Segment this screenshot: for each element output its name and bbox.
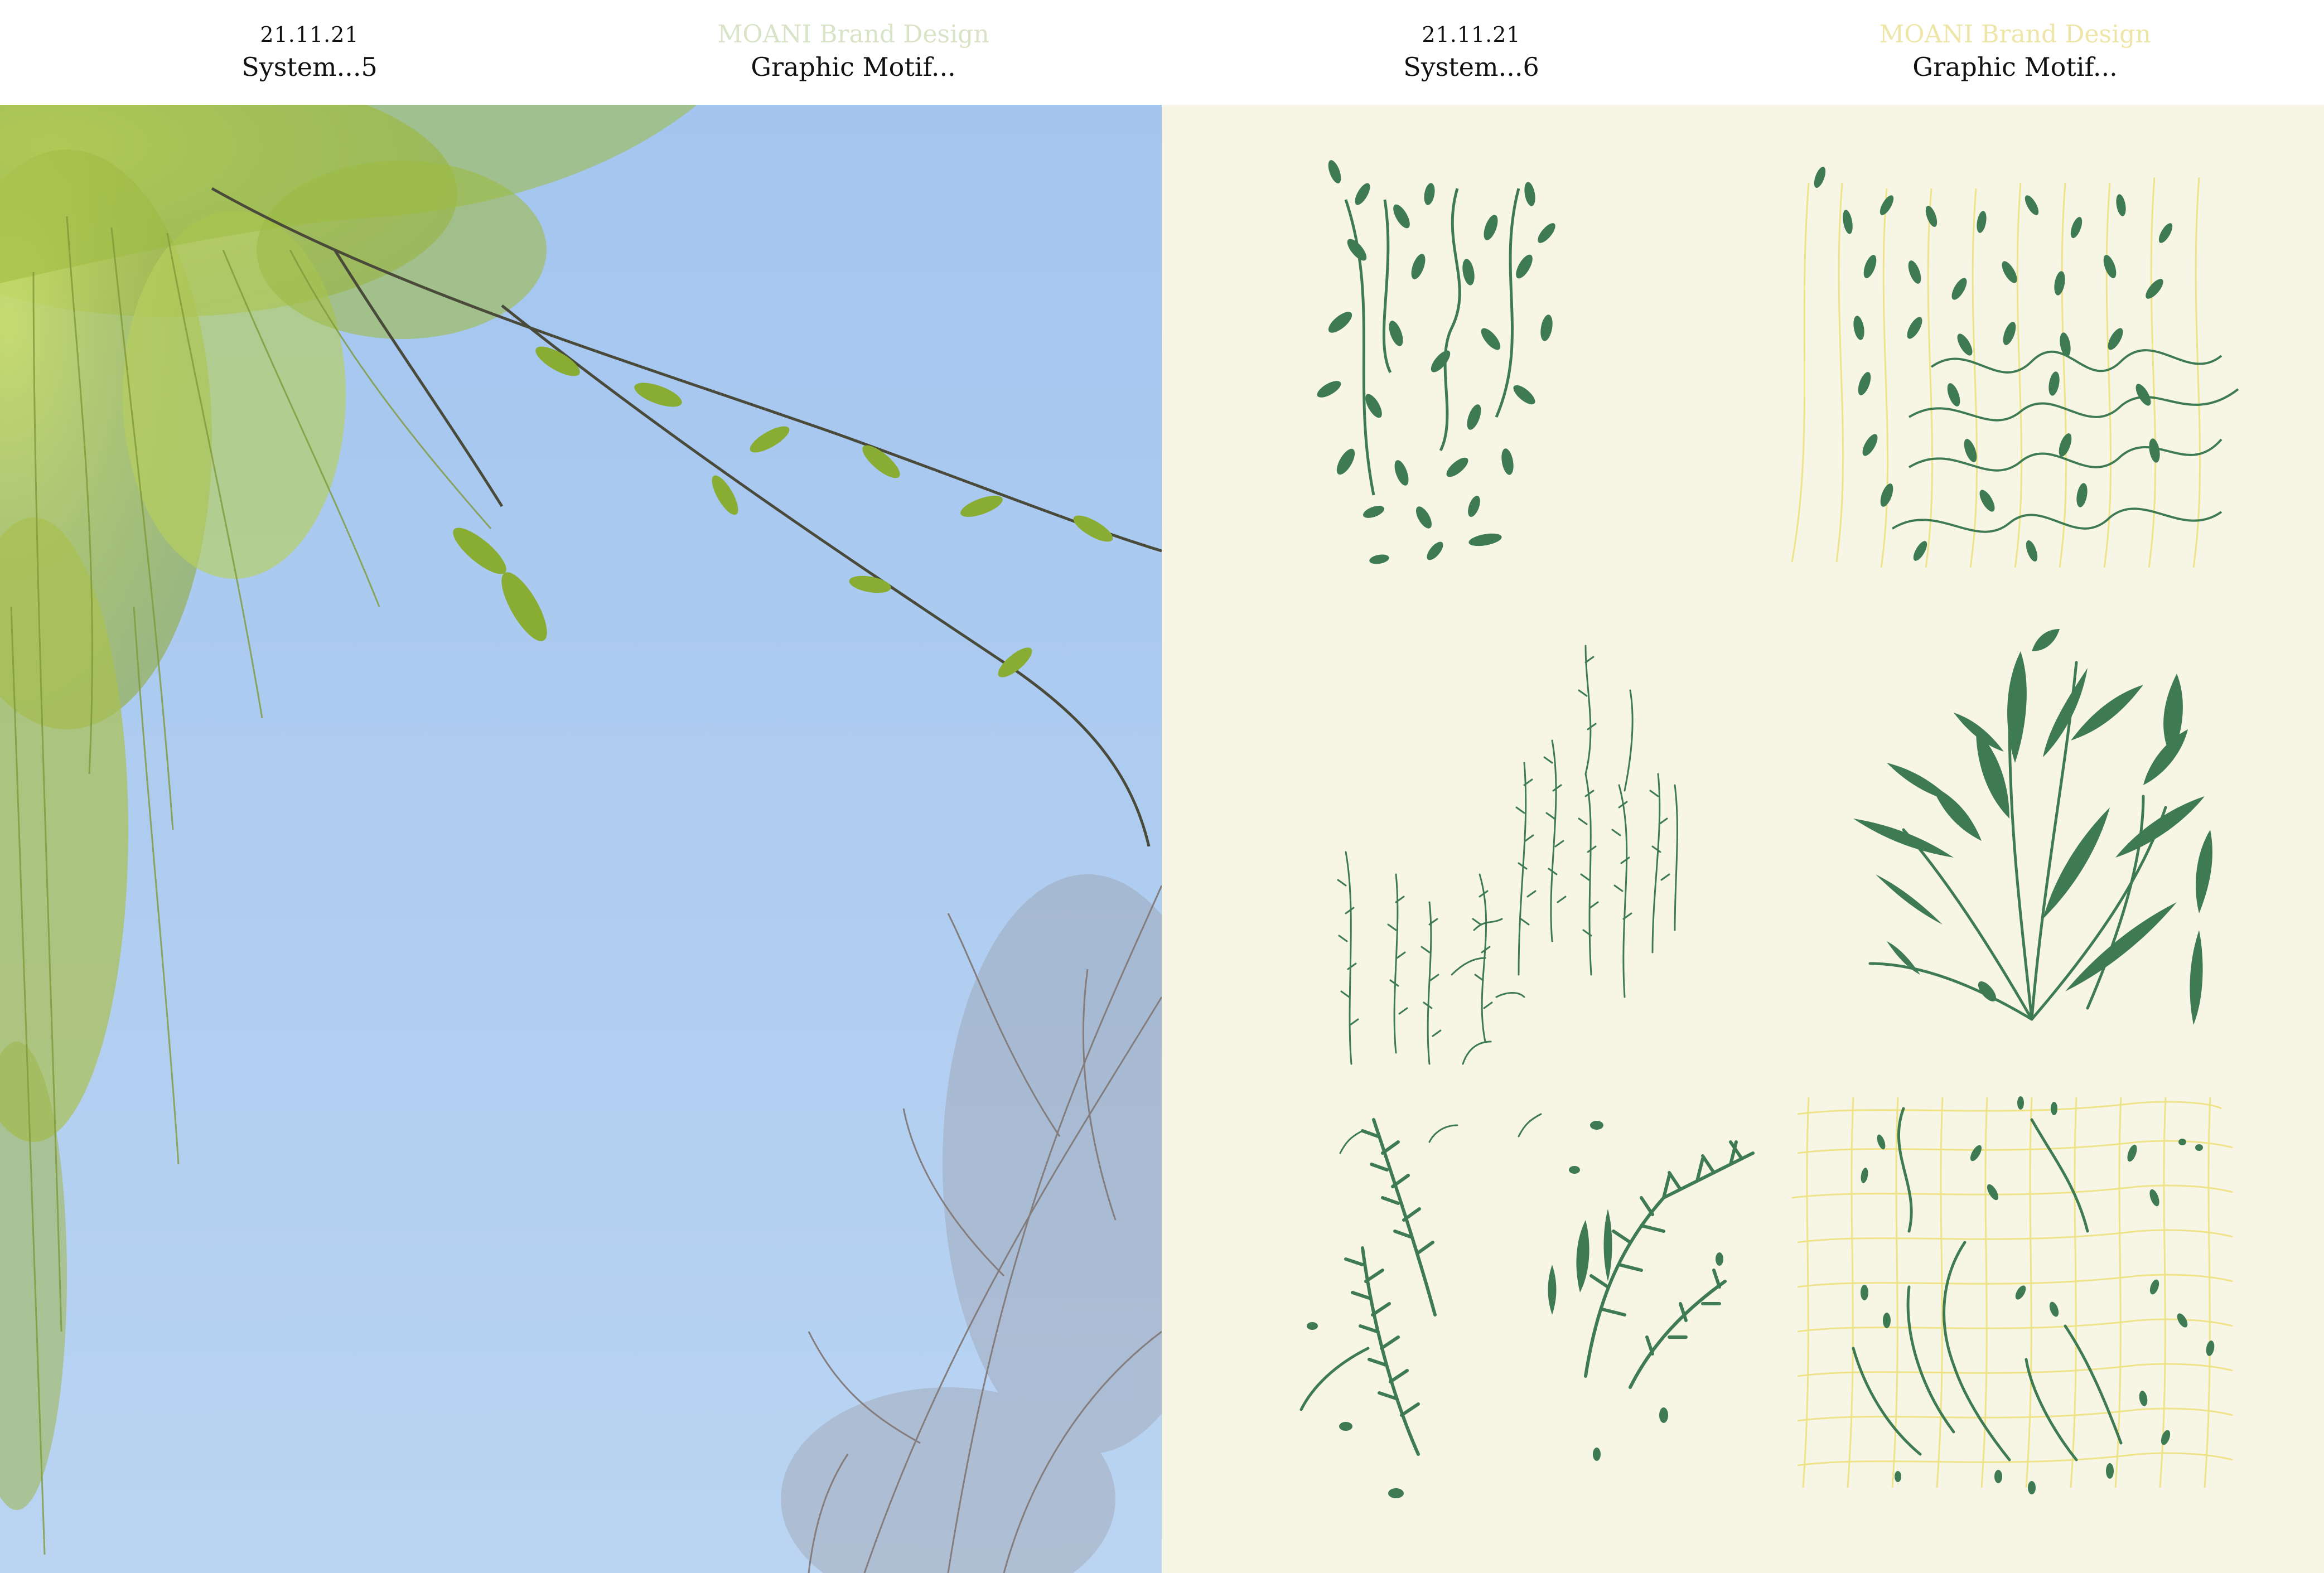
header-date: 21.11.21	[260, 22, 359, 47]
page-left: 21.11.21 System...5 MOANI Brand Design G…	[0, 0, 1162, 1573]
page-header-left: 21.11.21 System...5 MOANI Brand Design G…	[0, 0, 1162, 105]
header-brand-name: MOANI Brand Design	[1879, 20, 2151, 49]
willow-sky-photo	[0, 105, 1162, 1573]
header-date: 21.11.21	[1422, 22, 1521, 47]
photo-illustration	[0, 105, 1162, 1573]
header-system-label: System...5	[241, 52, 378, 82]
motif-grid	[1162, 105, 2324, 1573]
header-brand-name: MOANI Brand Design	[717, 20, 989, 49]
page-right: 21.11.21 System...6 MOANI Brand Design G…	[1162, 0, 2324, 1573]
graphic-motif-artboard	[1162, 105, 2324, 1573]
header-brand-block-left: MOANI Brand Design Graphic Motif...	[658, 21, 1049, 84]
header-system-label: System...6	[1403, 52, 1539, 82]
header-section-label: Graphic Motif...	[751, 52, 956, 82]
header-date-block-right: 21.11.21 System...6	[1276, 21, 1666, 84]
header-brand-block-right: MOANI Brand Design Graphic Motif...	[1820, 21, 2210, 84]
header-section-label: Graphic Motif...	[1912, 52, 2118, 82]
brand-book-spread: 21.11.21 System...5 MOANI Brand Design G…	[0, 0, 2324, 1573]
header-date-block-left: 21.11.21 System...5	[114, 21, 505, 84]
page-header-right: 21.11.21 System...6 MOANI Brand Design G…	[1162, 0, 2324, 105]
